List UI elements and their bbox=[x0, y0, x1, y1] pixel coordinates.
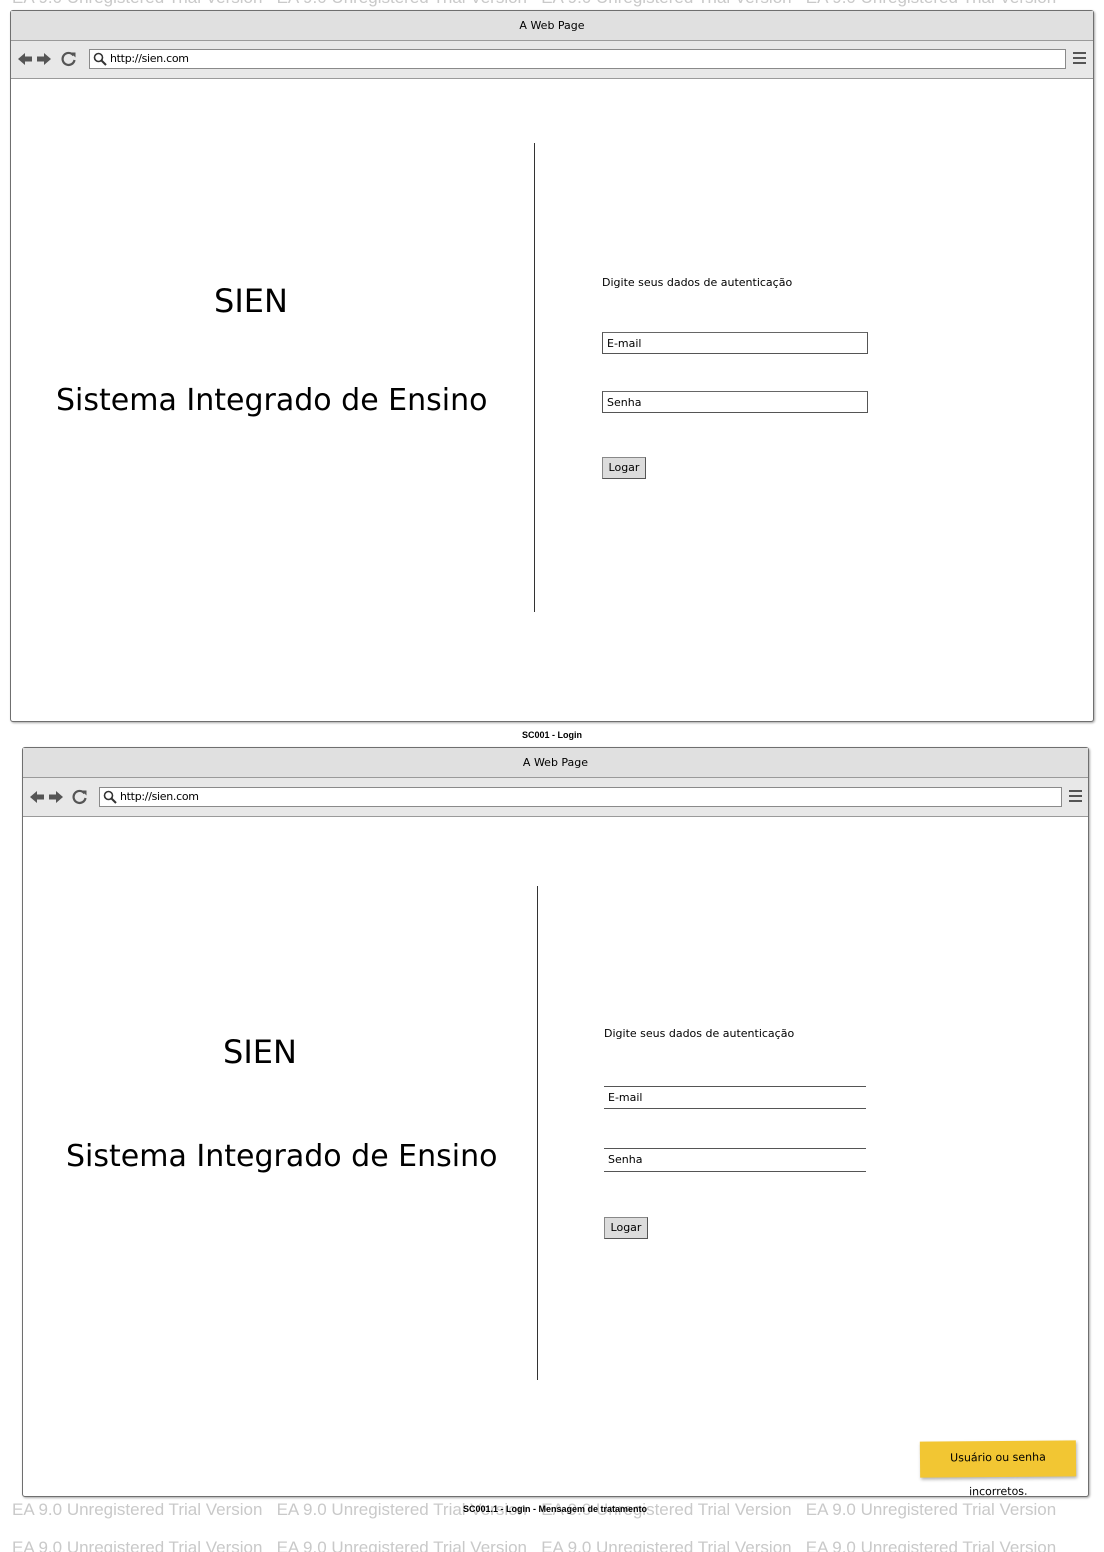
browser-window: A Web Page http://sien.com SIEN Sistema … bbox=[22, 747, 1089, 1497]
login-button[interactable]: Logar bbox=[602, 457, 646, 479]
vertical-divider bbox=[537, 886, 538, 1380]
error-message-toast: Usuário ou senha incorretos. bbox=[919, 1440, 1077, 1498]
address-bar[interactable]: http://sien.com bbox=[89, 49, 1066, 69]
url-text: http://sien.com bbox=[120, 790, 199, 803]
forward-arrow-icon[interactable] bbox=[36, 51, 52, 67]
auth-prompt: Digite seus dados de autenticação bbox=[602, 276, 793, 289]
email-field[interactable]: E-mail bbox=[604, 1086, 866, 1109]
browser-toolbar: http://sien.com bbox=[23, 778, 1088, 817]
password-field[interactable]: Senha bbox=[602, 391, 868, 413]
app-name: SIEN bbox=[223, 1033, 297, 1071]
vertical-divider bbox=[534, 143, 535, 612]
search-icon bbox=[103, 790, 117, 804]
app-name: SIEN bbox=[214, 282, 288, 320]
login-button[interactable]: Logar bbox=[604, 1217, 648, 1239]
back-arrow-icon[interactable] bbox=[17, 51, 33, 67]
back-arrow-icon[interactable] bbox=[29, 789, 45, 805]
menu-icon[interactable] bbox=[1069, 790, 1082, 804]
address-bar[interactable]: http://sien.com bbox=[99, 787, 1062, 807]
screen-caption: SC001 - Login bbox=[521, 730, 582, 740]
reload-icon[interactable] bbox=[72, 789, 88, 805]
browser-toolbar: http://sien.com bbox=[11, 41, 1093, 79]
forward-arrow-icon[interactable] bbox=[48, 789, 64, 805]
search-icon bbox=[93, 52, 107, 66]
screen-caption: SC001.1 - Login - Mensagem de tratamento bbox=[462, 1504, 648, 1514]
auth-prompt: Digite seus dados de autenticação bbox=[604, 1027, 795, 1040]
window-title: A Web Page bbox=[23, 748, 1088, 778]
password-field[interactable]: Senha bbox=[604, 1148, 866, 1172]
watermark-row: EA 9.0 Unregistered Trial Version EA 9.0… bbox=[12, 0, 1056, 8]
reload-icon[interactable] bbox=[61, 51, 77, 67]
browser-window: A Web Page http://sien.com SIEN Sistema … bbox=[10, 10, 1094, 722]
url-text: http://sien.com bbox=[110, 52, 189, 65]
email-field[interactable]: E-mail bbox=[602, 332, 868, 354]
app-full-name: Sistema Integrado de Ensino bbox=[56, 383, 488, 418]
page-content: SIEN Sistema Integrado de Ensino Digite … bbox=[23, 817, 1088, 1496]
page-content: SIEN Sistema Integrado de Ensino Digite … bbox=[11, 78, 1093, 721]
window-title: A Web Page bbox=[11, 11, 1093, 41]
app-full-name: Sistema Integrado de Ensino bbox=[66, 1139, 498, 1174]
menu-icon[interactable] bbox=[1073, 52, 1086, 66]
watermark-row: EA 9.0 Unregistered Trial Version EA 9.0… bbox=[12, 1538, 1057, 1552]
